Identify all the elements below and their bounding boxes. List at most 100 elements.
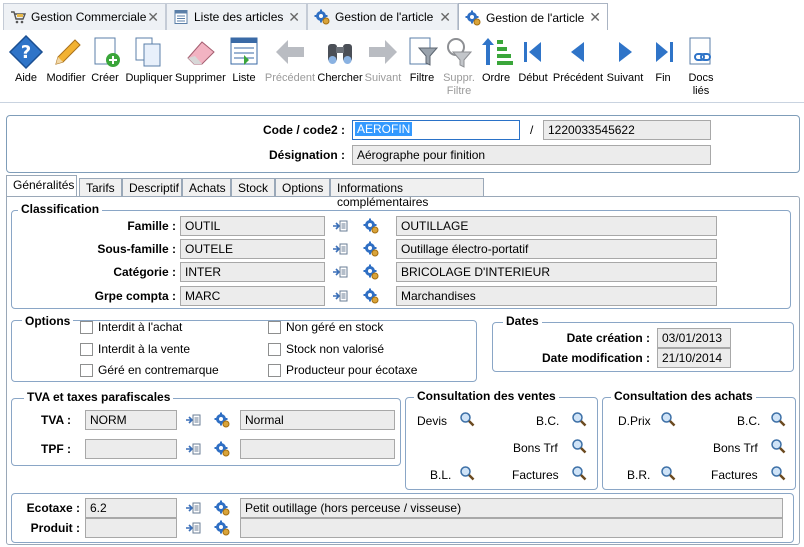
list-icon	[230, 37, 258, 65]
magnifier-icon[interactable]	[571, 411, 587, 427]
close-icon[interactable]: ✕	[439, 9, 451, 26]
option-interdit-vente[interactable]: Interdit à la vente	[80, 342, 190, 356]
picker-icon[interactable]	[332, 219, 348, 233]
tab-generalites[interactable]: Généralités	[6, 175, 77, 197]
picker-icon[interactable]	[185, 442, 201, 456]
checkbox[interactable]	[80, 342, 93, 356]
date-creation-field[interactable]: 03/01/2013	[657, 328, 731, 348]
gear-icon[interactable]	[363, 264, 379, 280]
tab-gestion-article-active[interactable]: Gestion de l'article ✕	[458, 3, 608, 31]
produit-code[interactable]	[85, 518, 177, 538]
tpf-desc[interactable]	[240, 439, 395, 459]
picker-icon[interactable]	[185, 413, 201, 427]
ecotaxe-code[interactable]: 6.2	[85, 498, 177, 518]
magnifier-icon[interactable]	[770, 411, 786, 427]
tab-gestion-article[interactable]: Gestion de l'article ✕	[307, 3, 458, 30]
gear-icon[interactable]	[363, 288, 379, 304]
suppr-filtre-button[interactable]: Suppr. Filtre	[440, 34, 478, 98]
checkbox[interactable]	[80, 320, 93, 334]
dupliquer-button[interactable]: Dupliquer	[124, 34, 174, 85]
list-icon	[174, 10, 188, 24]
creer-button[interactable]: Créer	[88, 34, 122, 85]
tab-informations[interactable]: Informations complémentaires	[330, 178, 484, 209]
tab-descriptif[interactable]: Descriptif	[122, 178, 182, 196]
close-icon[interactable]: ✕	[147, 9, 159, 26]
ventes-devis-label: Devis	[417, 414, 448, 428]
option-non-gere-stock[interactable]: Non géré en stock	[268, 320, 383, 334]
gear-icon[interactable]	[214, 500, 230, 516]
famille-desc[interactable]: OUTILLAGE	[396, 216, 717, 236]
tab-achats[interactable]: Achats	[182, 178, 231, 196]
gear-icon[interactable]	[363, 218, 379, 234]
picker-icon[interactable]	[332, 242, 348, 256]
magnifier-icon[interactable]	[660, 411, 676, 427]
magnifier-icon[interactable]	[660, 465, 676, 481]
option-producteur-ecotaxe[interactable]: Producteur pour écotaxe	[268, 363, 417, 377]
option-interdit-achat[interactable]: Interdit à l'achat	[80, 320, 182, 334]
tab-options[interactable]: Options	[275, 178, 330, 196]
tab-tarifs[interactable]: Tarifs	[79, 178, 122, 196]
new-document-icon	[94, 37, 120, 67]
tva-label: TVA :	[41, 413, 71, 427]
ecotaxe-desc[interactable]: Petit outillage (hors perceuse / visseus…	[240, 498, 783, 518]
checkbox[interactable]	[268, 320, 281, 334]
checkbox[interactable]	[80, 363, 93, 377]
magnifier-icon[interactable]	[571, 465, 587, 481]
achats-bc-label: B.C.	[737, 414, 761, 428]
option-stock-non-valorise[interactable]: Stock non valorisé	[268, 342, 384, 356]
picker-icon[interactable]	[332, 289, 348, 303]
tva-desc[interactable]: Normal	[240, 410, 395, 430]
magnifier-icon[interactable]	[770, 465, 786, 481]
suivant-button[interactable]: Suivant	[604, 34, 646, 85]
tab-liste-articles[interactable]: Liste des articles ✕	[166, 3, 307, 30]
magnifier-icon[interactable]	[459, 411, 475, 427]
categorie-code[interactable]: INTER	[180, 262, 325, 282]
supprimer-button[interactable]: Supprimer	[175, 34, 226, 85]
tva-code[interactable]: NORM	[85, 410, 177, 430]
sous-famille-desc[interactable]: Outillage électro-portatif	[396, 239, 717, 259]
close-icon[interactable]: ✕	[589, 9, 601, 26]
precedent-button[interactable]: Précédent	[552, 34, 604, 85]
modifier-button[interactable]: Modifier	[45, 34, 87, 85]
tab-gestion-commerciale[interactable]: Gestion Commerciale ✕	[3, 3, 166, 30]
tab-stock[interactable]: Stock	[231, 178, 275, 196]
famille-code[interactable]: OUTIL	[180, 216, 325, 236]
code2-field[interactable]: 1220033545622	[543, 120, 711, 140]
gear-icon[interactable]	[214, 441, 230, 457]
checkbox[interactable]	[268, 342, 281, 356]
picker-icon[interactable]	[332, 265, 348, 279]
ordre-button[interactable]: Ordre	[479, 34, 513, 85]
picker-icon[interactable]	[185, 501, 201, 515]
magnifier-icon[interactable]	[571, 438, 587, 454]
gear-icon[interactable]	[214, 520, 230, 536]
categorie-desc[interactable]: BRICOLAGE D'INTERIEUR	[396, 262, 717, 282]
liste-button[interactable]: Liste	[225, 34, 263, 85]
arrow-right-icon	[369, 40, 397, 64]
filtre-button[interactable]: Filtre	[405, 34, 439, 85]
picker-icon[interactable]	[185, 521, 201, 535]
gear-icon[interactable]	[214, 412, 230, 428]
magnifier-icon[interactable]	[459, 465, 475, 481]
sous-famille-code[interactable]: OUTELE	[180, 239, 325, 259]
precedent-disabled-button[interactable]: Précédent	[263, 34, 317, 85]
checkbox[interactable]	[268, 363, 281, 377]
date-modification-field[interactable]: 21/10/2014	[657, 348, 731, 368]
magnifier-icon[interactable]	[770, 438, 786, 454]
grpe-compta-code[interactable]: MARC	[180, 286, 325, 306]
close-icon[interactable]: ✕	[288, 9, 300, 26]
option-contremarque[interactable]: Géré en contremarque	[80, 363, 219, 377]
chercher-button[interactable]: Chercher	[317, 34, 363, 85]
fin-button[interactable]: Fin	[646, 34, 680, 85]
grpe-compta-desc[interactable]: Marchandises	[396, 286, 717, 306]
designation-field[interactable]: Aérographe pour finition	[352, 145, 711, 165]
achats-bons-trf-label: Bons Trf	[713, 441, 758, 455]
produit-desc[interactable]	[240, 518, 783, 538]
famille-label: Famille :	[127, 219, 176, 233]
debut-button[interactable]: Début	[514, 34, 552, 85]
aide-button[interactable]: ? Aide	[6, 34, 46, 85]
code-field[interactable]: AEROFIN	[352, 120, 520, 140]
docs-lies-button[interactable]: Docs liés	[682, 34, 720, 98]
tpf-code[interactable]	[85, 439, 177, 459]
gear-icon[interactable]	[363, 241, 379, 257]
suivant-disabled-button[interactable]: Suivant	[362, 34, 404, 85]
